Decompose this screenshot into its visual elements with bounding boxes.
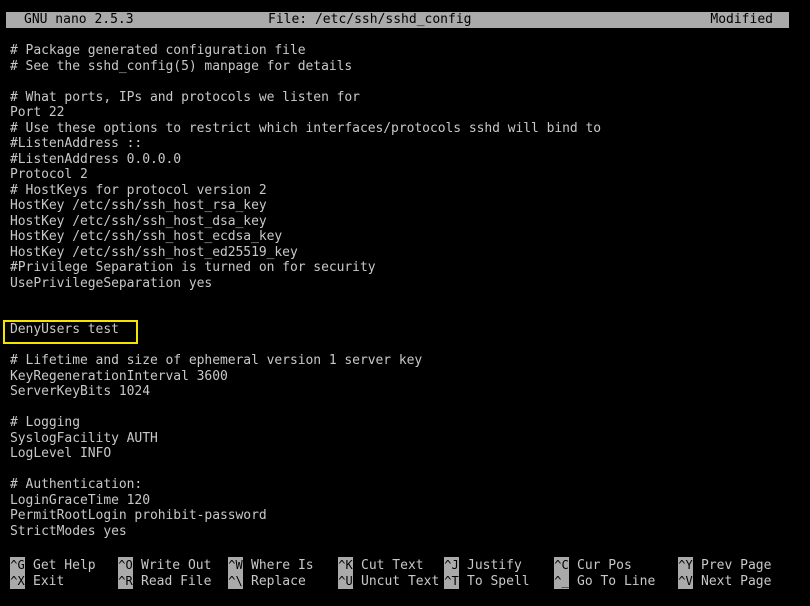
shortcut-key: ^V — [678, 573, 693, 589]
shortcut-justify[interactable]: ^J Justify — [444, 557, 522, 573]
editor-line[interactable]: SyslogFacility AUTH — [10, 431, 800, 447]
editor-line[interactable]: #Privilege Separation is turned on for s… — [10, 260, 800, 276]
shortcut-label: Exit — [33, 574, 65, 589]
shortcut-label: Go To Line — [577, 574, 656, 589]
editor-line[interactable] — [10, 338, 800, 354]
editor-line[interactable] — [10, 74, 800, 90]
shortcut-key: ^_ — [554, 573, 569, 589]
shortcut-key: ^W — [228, 557, 243, 573]
shortcut-uncut-text[interactable]: ^U Uncut Text — [338, 573, 439, 589]
shortcut-cur-pos[interactable]: ^C Cur Pos — [554, 557, 632, 573]
editor-line[interactable]: # Package generated configuration file — [10, 43, 800, 59]
editor-line[interactable]: # What ports, IPs and protocols we liste… — [10, 90, 800, 106]
editor-line[interactable]: ServerKeyBits 1024 — [10, 384, 800, 400]
editor-line[interactable]: HostKey /etc/ssh/ssh_host_ed25519_key — [10, 245, 800, 261]
editor-line[interactable]: # Lifetime and size of ephemeral version… — [10, 353, 800, 369]
editor-line[interactable]: HostKey /etc/ssh/ssh_host_dsa_key — [10, 214, 800, 230]
shortcut-label: To Spell — [467, 574, 530, 589]
shortcut-get-help[interactable]: ^G Get Help — [10, 557, 96, 573]
shortcut-key: ^K — [338, 557, 353, 573]
editor-line[interactable]: # See the sshd_config(5) manpage for det… — [10, 59, 800, 75]
shortcut-replace[interactable]: ^\ Replace — [228, 573, 306, 589]
editor-line[interactable]: LogLevel INFO — [10, 446, 800, 462]
shortcut-key: ^G — [10, 557, 25, 573]
editor-line[interactable]: HostKey /etc/ssh/ssh_host_ecdsa_key — [10, 229, 800, 245]
editor-line[interactable] — [10, 291, 800, 307]
editor-line[interactable]: KeyRegenerationInterval 3600 — [10, 369, 800, 385]
shortcut-label: Replace — [251, 574, 306, 589]
shortcut-label: Prev Page — [701, 558, 772, 573]
shortcut-key: ^U — [338, 573, 353, 589]
shortcut-next-page[interactable]: ^V Next Page — [678, 573, 771, 589]
shortcut-go-to-line[interactable]: ^_ Go To Line — [554, 573, 655, 589]
editor-line[interactable]: # Use these options to restrict which in… — [10, 121, 800, 137]
editor-line[interactable]: #ListenAddress 0.0.0.0 — [10, 152, 800, 168]
editor-line[interactable] — [10, 400, 800, 416]
shortcut-key: ^C — [554, 557, 569, 573]
editor-text-area[interactable]: # Package generated configuration file # … — [10, 43, 800, 539]
shortcut-label: Get Help — [33, 558, 96, 573]
shortcut-exit[interactable]: ^X Exit — [10, 573, 64, 589]
editor-line[interactable]: LoginGraceTime 120 — [10, 493, 800, 509]
shortcut-where-is[interactable]: ^W Where Is — [228, 557, 314, 573]
editor-line[interactable]: PermitRootLogin prohibit-password — [10, 508, 800, 524]
shortcut-write-out[interactable]: ^O Write Out — [118, 557, 211, 573]
shortcut-key: ^Y — [678, 557, 693, 573]
editor-line[interactable]: Protocol 2 — [10, 167, 800, 183]
editor-line[interactable]: Port 22 — [10, 105, 800, 121]
shortcut-prev-page[interactable]: ^Y Prev Page — [678, 557, 771, 573]
editor-line[interactable]: StrictModes yes — [10, 524, 800, 540]
shortcut-key: ^X — [10, 573, 25, 589]
nano-title-bar: GNU nano 2.5.3 File: /etc/ssh/sshd_confi… — [6, 12, 789, 28]
editor-line[interactable]: # Authentication: — [10, 477, 800, 493]
shortcut-row-2: ^X Exit ^R Read File ^\ Replace ^U Uncut Text ^T… — [10, 573, 810, 589]
editor-line[interactable]: # HostKeys for protocol version 2 — [10, 183, 800, 199]
shortcut-label: Next Page — [701, 574, 772, 589]
editor-line[interactable]: HostKey /etc/ssh/ssh_host_rsa_key — [10, 198, 800, 214]
shortcut-to-spell[interactable]: ^T To Spell — [444, 573, 530, 589]
shortcut-label: Read File — [141, 574, 212, 589]
file-name: File: /etc/ssh/sshd_config — [268, 12, 472, 27]
app-version: GNU nano 2.5.3 — [24, 12, 134, 27]
shortcut-label: Cur Pos — [577, 558, 632, 573]
shortcut-label: Where Is — [251, 558, 314, 573]
shortcut-key: ^O — [118, 557, 133, 573]
shortcut-key: ^R — [118, 573, 133, 589]
shortcut-bar: ^G Get Help ^O Write Out ^W Where Is ^K Cut Tex… — [10, 557, 810, 589]
editor-line[interactable] — [10, 462, 800, 478]
editor-line[interactable]: #ListenAddress :: — [10, 136, 800, 152]
shortcut-label: Cut Text — [361, 558, 424, 573]
shortcut-label: Write Out — [141, 558, 212, 573]
shortcut-key: ^T — [444, 573, 459, 589]
modified-status: Modified — [710, 12, 773, 27]
shortcut-cut-text[interactable]: ^K Cut Text — [338, 557, 424, 573]
editor-line[interactable]: UsePrivilegeSeparation yes — [10, 276, 800, 292]
shortcut-key: ^J — [444, 557, 459, 573]
shortcut-label: Uncut Text — [361, 574, 440, 589]
shortcut-read-file[interactable]: ^R Read File — [118, 573, 211, 589]
shortcut-key: ^\ — [228, 573, 243, 589]
editor-line-highlighted[interactable]: DenyUsers test — [10, 322, 800, 338]
editor-line[interactable]: # Logging — [10, 415, 800, 431]
editor-line[interactable] — [10, 307, 800, 323]
shortcut-label: Justify — [467, 558, 522, 573]
shortcut-row-1: ^G Get Help ^O Write Out ^W Where Is ^K Cut Tex… — [10, 557, 810, 573]
